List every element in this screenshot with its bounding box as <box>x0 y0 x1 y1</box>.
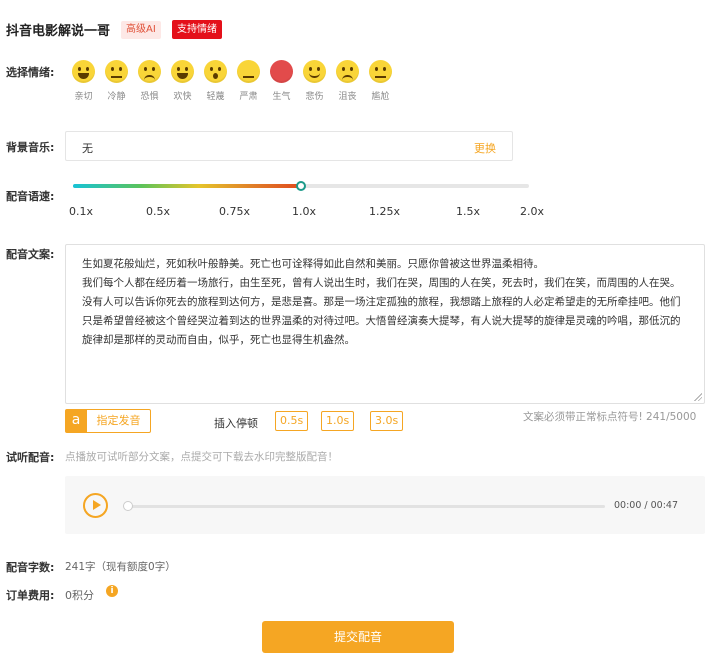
laughing-face-icon <box>171 60 194 83</box>
specify-pronunciation-button[interactable]: 指定发音 <box>87 409 151 433</box>
awkward-face-icon <box>369 60 392 83</box>
insert-pause-label: 插入停顿 <box>214 417 258 430</box>
play-icon[interactable] <box>83 493 108 518</box>
emotion-option-label: 生气 <box>272 92 291 102</box>
emotion-option-label: 欢快 <box>173 92 192 102</box>
emotion-option-label: 轻蔑 <box>206 92 225 102</box>
speed-tick: 1.0x <box>292 205 317 218</box>
emotion-option-qinqie[interactable]: 亲切 <box>67 60 100 102</box>
music-field[interactable]: 无 更换 <box>65 131 513 161</box>
emotion-option-label: 亲切 <box>74 92 93 102</box>
speed-tick: 0.1x <box>69 205 94 218</box>
audio-player: 00:00 / 00:47 <box>65 476 705 534</box>
page-title: 抖音电影解说一哥 <box>6 24 111 39</box>
emotion-option-label: 尴尬 <box>371 92 390 102</box>
emotion-option-ganga[interactable]: 尴尬 <box>364 60 397 102</box>
emotion-option-label: 悲伤 <box>305 92 324 102</box>
speed-tick: 1.5x <box>456 205 481 218</box>
emotion-option-kongju[interactable]: 恐惧 <box>133 60 166 102</box>
serious-face-icon <box>237 60 260 83</box>
pronunciation-icon[interactable]: a <box>65 409 87 433</box>
count-value: 241字（现有额度0字） <box>65 561 176 573</box>
ai-badge: 高级AI <box>121 21 161 39</box>
emotion-option-label: 沮丧 <box>338 92 357 102</box>
speed-tick: 0.75x <box>219 205 251 218</box>
speed-tick: 2.0x <box>520 205 545 218</box>
speed-slider-fill <box>73 184 301 188</box>
script-paragraph: 我们每个人都在经历着一场旅行，由生至死，曾有人说出生时，我们在哭，周围的人在笑，… <box>82 277 681 346</box>
speed-slider-thumb[interactable] <box>296 181 306 191</box>
speed-label: 配音语速: <box>6 190 55 203</box>
script-paragraph: 生如夏花般灿烂，死如秋叶般静美。死亡也可诠释得如此自然和美丽。只愿你曾被这世界温… <box>82 258 544 270</box>
emotion-list: 亲切 冷静 恐惧 欢快 轻蔑 严肃 生气 悲伤 沮丧 尴尬 <box>67 60 397 102</box>
script-textarea[interactable]: 生如夏花般灿烂，死如秋叶般静美。死亡也可诠释得如此自然和美丽。只愿你曾被这世界温… <box>65 244 705 404</box>
music-value: 无 <box>82 142 93 155</box>
submit-button[interactable]: 提交配音 <box>262 621 454 653</box>
emotion-option-beishang[interactable]: 悲伤 <box>298 60 331 102</box>
angry-face-icon <box>270 60 293 83</box>
pause-3-0s-button[interactable]: 3.0s <box>370 411 404 431</box>
emotion-option-huankuai[interactable]: 欢快 <box>166 60 199 102</box>
neutral-face-icon <box>105 60 128 83</box>
surprised-face-icon <box>204 60 227 83</box>
speed-tick: 0.5x <box>146 205 171 218</box>
info-icon[interactable]: i <box>106 585 118 597</box>
text-label: 配音文案: <box>6 248 55 261</box>
fee-label: 订单费用: <box>6 589 55 602</box>
audio-progress-bar[interactable] <box>127 505 605 508</box>
emotion-option-qingmie[interactable]: 轻蔑 <box>199 60 232 102</box>
emotion-option-label: 严肃 <box>239 92 258 102</box>
music-label: 背景音乐: <box>6 141 55 154</box>
emotion-option-label: 冷静 <box>107 92 126 102</box>
emotion-option-label: 恐惧 <box>140 92 159 102</box>
emotion-badge: 支持情绪 <box>172 20 222 39</box>
speed-tick: 1.25x <box>369 205 401 218</box>
change-music-link[interactable]: 更换 <box>474 140 496 156</box>
emotion-option-yansu[interactable]: 严肃 <box>232 60 265 102</box>
emotion-option-lengjing[interactable]: 冷静 <box>100 60 133 102</box>
preview-hint: 点播放可试听部分文案，点提交可下载去水印完整版配音！ <box>65 451 338 463</box>
preview-label: 试听配音: <box>6 451 55 464</box>
pause-1-0s-button[interactable]: 1.0s <box>321 411 355 431</box>
emotion-label: 选择情绪: <box>6 66 55 79</box>
text-hint: 文案必须带正常标点符号! 241/5000 <box>523 411 697 423</box>
audio-time: 00:00 / 00:47 <box>614 500 678 511</box>
audio-progress-handle[interactable] <box>123 501 133 511</box>
grin-face-icon <box>72 60 95 83</box>
resize-handle-icon[interactable] <box>694 393 702 401</box>
emotion-option-shengqi[interactable]: 生气 <box>265 60 298 102</box>
frowning-face-icon <box>336 60 359 83</box>
fearful-face-icon <box>138 60 161 83</box>
fee-value: 0积分 <box>65 589 94 602</box>
count-label: 配音字数: <box>6 561 55 574</box>
sad-face-icon <box>303 60 326 83</box>
emotion-option-jusang[interactable]: 沮丧 <box>331 60 364 102</box>
pause-0-5s-button[interactable]: 0.5s <box>275 411 309 431</box>
